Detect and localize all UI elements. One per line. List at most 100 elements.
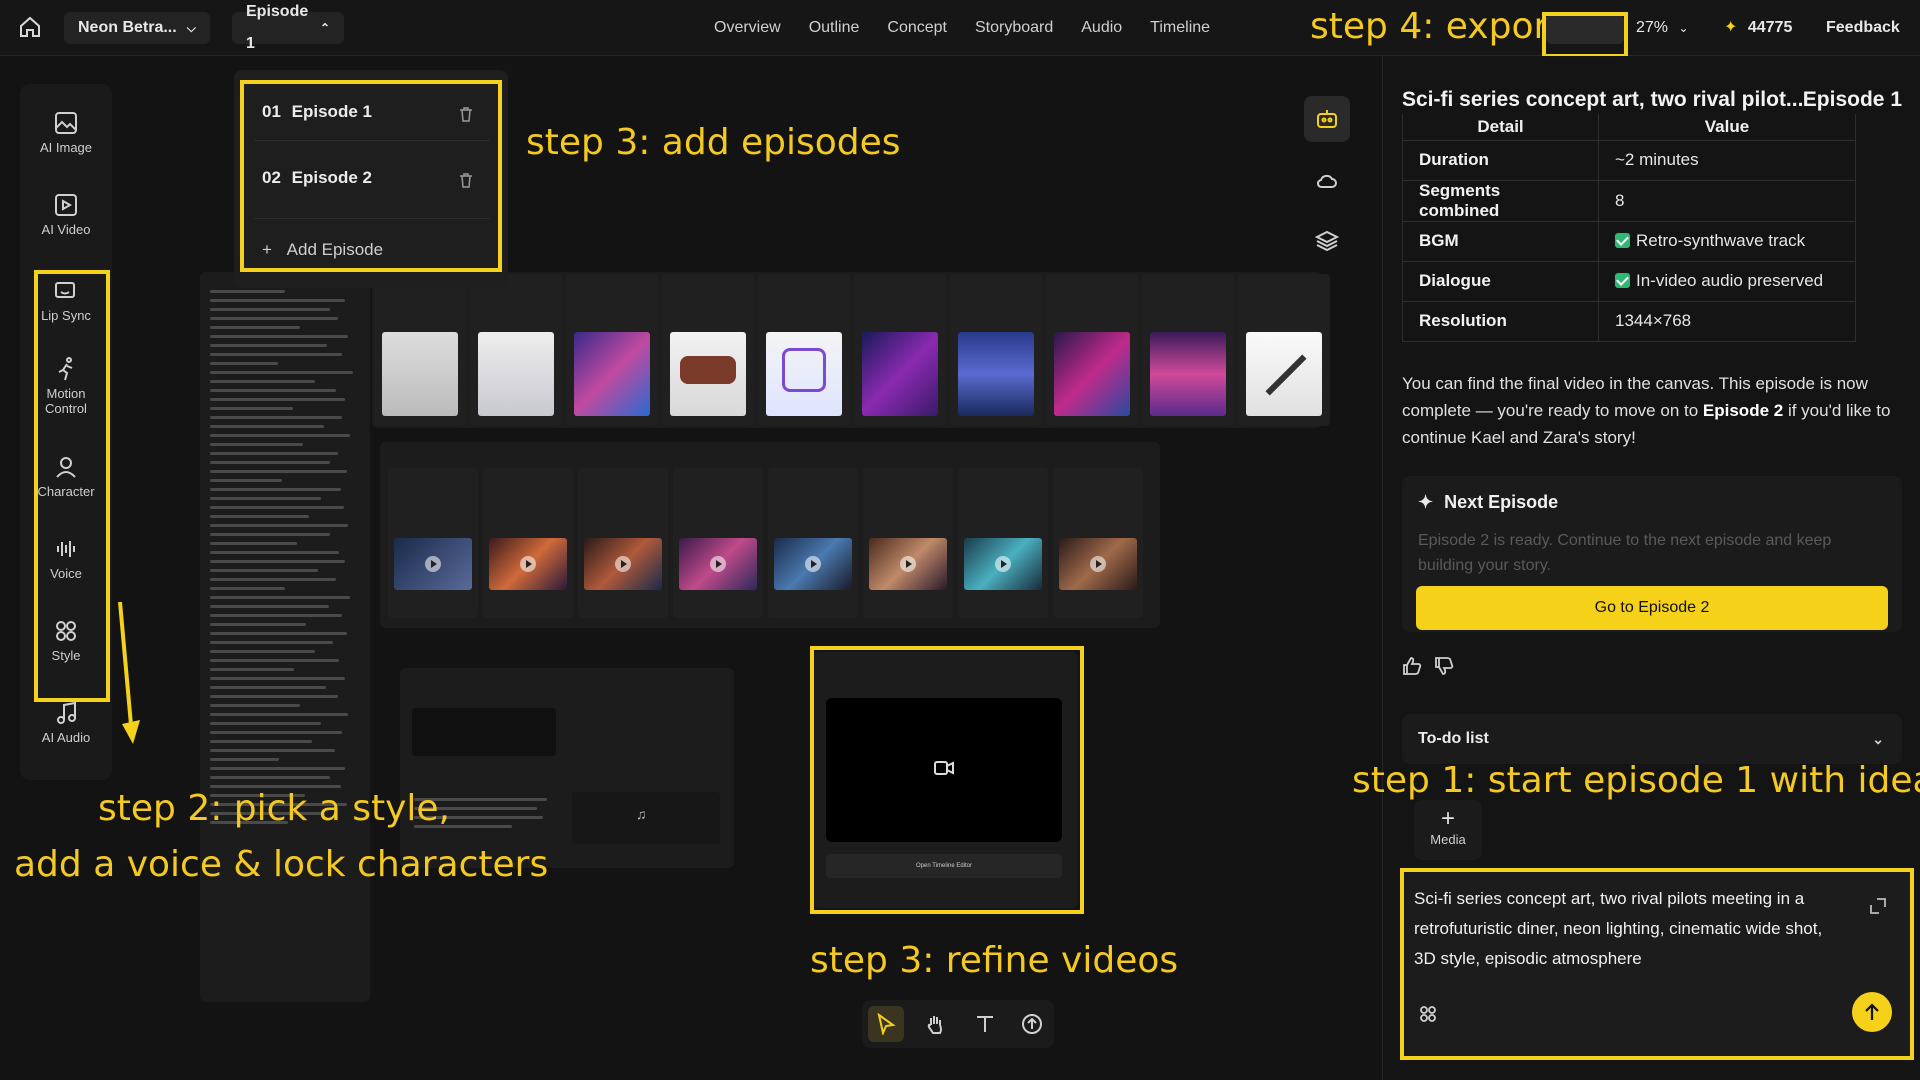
video-thumb: [869, 538, 947, 590]
storyboard-video-card[interactable]: [768, 468, 858, 618]
value-text: In-video audio preserved: [1636, 271, 1824, 290]
upload-icon: [1022, 1014, 1042, 1034]
concept-card[interactable]: [854, 274, 946, 426]
rail-item-ai-audio[interactable]: AI Audio: [20, 700, 112, 745]
detail-cell: Segments combined: [1402, 179, 1599, 222]
media-label: Media: [1430, 832, 1466, 847]
table-row: Duration ~2 minutes: [1402, 139, 1856, 181]
music-note-icon: [57, 701, 76, 724]
feedback-button[interactable]: Feedback: [1826, 0, 1900, 56]
concept-card[interactable]: [1046, 274, 1138, 426]
todo-list-dropdown[interactable]: To-do list ⌄: [1402, 714, 1902, 764]
concept-thumb-hangar: [958, 332, 1034, 416]
storyboard-video-card[interactable]: [863, 468, 953, 618]
upload-tool[interactable]: [1014, 1006, 1050, 1042]
value-cell: Retro-synthwave track: [1598, 220, 1856, 262]
next-episode-title: Next Episode: [1444, 492, 1559, 512]
hand-tool[interactable]: [916, 1006, 952, 1042]
concept-thumb-pilot-female: [478, 332, 554, 416]
tab-outline[interactable]: Outline: [795, 0, 874, 56]
music-track-block[interactable]: ♫: [572, 792, 720, 844]
chevron-down-icon: ⌄: [1678, 21, 1689, 35]
concept-card[interactable]: [374, 274, 466, 426]
value-cell: In-video audio preserved: [1598, 260, 1856, 302]
video-thumb: [489, 538, 567, 590]
tab-overview[interactable]: Overview: [700, 0, 795, 56]
table-row: BGM Retro-synthwave track: [1402, 220, 1856, 262]
rail-item-ai-video[interactable]: AI Video: [20, 192, 112, 237]
arrow-down-icon: [118, 601, 140, 744]
ai-assistant-button[interactable]: [1304, 96, 1350, 142]
chat-title: Sci-fi series concept art, two rival pil…: [1402, 88, 1804, 111]
play-icon[interactable]: [805, 556, 821, 572]
concept-thumb-neon-room: [1150, 332, 1226, 416]
select-tool[interactable]: [868, 1006, 904, 1042]
thumbs-down-icon[interactable]: [1434, 656, 1454, 676]
chat-header: Sci-fi series concept art, two rival pil…: [1402, 88, 1902, 112]
video-icon: [55, 194, 77, 216]
table-row: Segments combined 8: [1402, 179, 1856, 222]
concept-card[interactable]: [470, 274, 562, 426]
project-selector[interactable]: Neon Betra... ⌵: [64, 12, 210, 44]
zoom-control[interactable]: 27% ⌄: [1636, 0, 1689, 56]
layers-icon: [1315, 230, 1339, 252]
concept-card[interactable]: [662, 274, 754, 426]
music-note-icon: ♫: [636, 806, 647, 822]
storyboard-video-card[interactable]: [1053, 468, 1143, 618]
storyboard-video-card[interactable]: [388, 468, 478, 618]
detail-cell: Dialogue: [1402, 260, 1599, 302]
document-text-lines: [200, 272, 370, 842]
cloud-icon: [1317, 174, 1337, 188]
concept-card[interactable]: [566, 274, 658, 426]
concept-card[interactable]: [758, 274, 850, 426]
credits-count: 44775: [1747, 19, 1793, 36]
video-thumb: [584, 538, 662, 590]
episode-selector-label: Episode 1: [246, 3, 309, 52]
text-tool[interactable]: [966, 1006, 1002, 1042]
hand-icon: [927, 1016, 942, 1034]
episode-selector[interactable]: Episode 1 ⌃: [232, 3, 344, 52]
video-thumb: [679, 538, 757, 590]
go-to-episode-2-button[interactable]: Go to Episode 2: [1416, 586, 1888, 630]
play-icon[interactable]: [995, 556, 1011, 572]
speech-audio-block[interactable]: [412, 708, 556, 756]
concept-card[interactable]: [1238, 274, 1330, 426]
layers-button[interactable]: [1304, 218, 1350, 264]
annotation-step4: step 4: export: [1310, 6, 1563, 47]
credits-display: ✦ 44775: [1724, 0, 1792, 56]
value-text: Retro-synthwave track: [1636, 231, 1806, 250]
sparkle-icon: ✦: [1418, 492, 1434, 512]
story-outline-document[interactable]: [200, 272, 370, 1002]
tab-audio[interactable]: Audio: [1067, 0, 1136, 56]
tab-concept[interactable]: Concept: [873, 0, 961, 56]
rail-item-ai-image[interactable]: AI Image: [20, 110, 112, 155]
storyboard-video-card[interactable]: [483, 468, 573, 618]
add-media-button[interactable]: + Media: [1414, 800, 1482, 860]
play-icon[interactable]: [900, 556, 916, 572]
play-icon[interactable]: [425, 556, 441, 572]
tab-timeline[interactable]: Timeline: [1136, 0, 1224, 56]
chevron-down-icon: ⌄: [1872, 731, 1884, 747]
storyboard-video-card[interactable]: [578, 468, 668, 618]
thumbs-up-icon[interactable]: [1402, 656, 1422, 676]
play-icon[interactable]: [1090, 556, 1106, 572]
table-header-row: Detail Value: [1402, 114, 1856, 141]
storyboard-video-card[interactable]: [673, 468, 763, 618]
storyboard-panel: [380, 442, 1160, 628]
concept-thumb-diner-sign: [766, 332, 842, 416]
concept-card[interactable]: [1142, 274, 1234, 426]
tab-storyboard[interactable]: Storyboard: [961, 0, 1067, 56]
cloud-button[interactable]: [1304, 158, 1350, 204]
play-icon[interactable]: [710, 556, 726, 572]
storyboard-video-card[interactable]: [958, 468, 1048, 618]
play-icon[interactable]: [520, 556, 536, 572]
annotation-step1: step 1: start episode 1 with ideas: [1352, 760, 1920, 801]
concept-card[interactable]: [950, 274, 1042, 426]
home-icon[interactable]: [18, 15, 42, 39]
canvas-toolbar: [862, 1000, 1054, 1048]
result-table: Detail Value Duration ~2 minutes Segment…: [1402, 114, 1856, 342]
detail-cell: Duration: [1402, 139, 1599, 181]
play-icon[interactable]: [615, 556, 631, 572]
todo-label: To-do list: [1418, 730, 1489, 747]
video-thumb: [1059, 538, 1137, 590]
